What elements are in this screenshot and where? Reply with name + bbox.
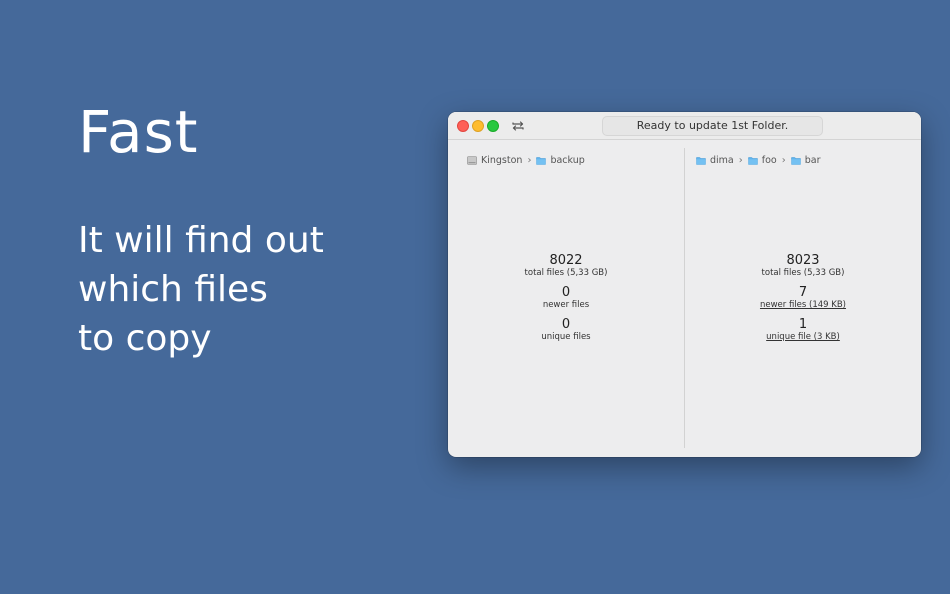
total-files-label: total files (5,33 GB) [524,268,608,278]
promo-line-1: It will find out [78,220,324,261]
newer-files-label: newer files [542,300,590,310]
minimize-window-button[interactable] [472,120,484,132]
total-files-label: total files (5,33 GB) [761,268,845,278]
folder-icon [696,157,706,165]
left-pane: Kingston › backup 8022 total files (5,33… [448,141,684,457]
breadcrumb-item-dima[interactable]: dima [696,155,734,166]
breadcrumb-item-foo[interactable]: foo [748,155,777,166]
newer-files-count: 0 [561,285,571,300]
breadcrumb-item-kingston[interactable]: Kingston [467,155,522,166]
status-field: Ready to update 1st Folder. [602,116,823,136]
swap-folders-icon[interactable] [510,118,526,134]
chevron-right-icon: › [738,155,743,166]
promo-headline: Fast [78,98,199,166]
promo-line-3: to copy [78,318,212,359]
newer-files-link[interactable]: newer files (149 KB) [685,300,921,311]
unique-files-count: 0 [561,317,571,332]
drive-icon [467,156,477,165]
folder-icon [790,157,801,165]
breadcrumb-item-bar[interactable]: bar [790,155,821,166]
total-files-stat: 8022 total files (5,33 GB) [448,253,684,279]
folder-icon [536,157,547,165]
breadcrumb-label: foo [761,155,777,166]
unique-files-stat: 0 unique files [448,317,684,343]
breadcrumb-label: bar [804,155,821,166]
folder-icon [748,157,758,165]
close-window-button[interactable] [457,120,469,132]
newer-files-stat: 7 newer files (149 KB) [685,285,921,311]
left-stats: 8022 total files (5,33 GB) 0 newer files… [448,253,684,349]
left-breadcrumb: Kingston › backup [467,155,585,166]
breadcrumb-label: Kingston [481,155,523,166]
zoom-window-button[interactable] [487,120,499,132]
unique-files-link[interactable]: unique file (3 KB) [685,332,921,343]
breadcrumb-label: dima [710,155,734,166]
newer-files-stat: 0 newer files [448,285,684,311]
total-files-count: 8023 [786,253,820,268]
unique-files-count: 1 [798,317,808,332]
right-breadcrumb: dima › foo › bar [696,155,821,166]
total-files-stat: 8023 total files (5,33 GB) [685,253,921,279]
right-pane: dima › foo › bar 8023 total files (5,33 … [685,141,921,457]
promo-subline: It will find out which files to copy [78,216,324,363]
right-stats: 8023 total files (5,33 GB) 7 newer files… [685,253,921,349]
breadcrumb-label: backup [550,155,585,166]
chevron-right-icon: › [781,155,786,166]
total-files-count: 8022 [549,253,583,268]
newer-files-count: 7 [798,285,808,300]
promo-line-2: which files [78,269,268,310]
app-window: Ready to update 1st Folder. Kingston › b… [448,112,921,457]
unique-files-stat: 1 unique file (3 KB) [685,317,921,343]
unique-files-label: unique files [541,332,591,342]
breadcrumb-item-backup[interactable]: backup [536,155,585,166]
title-bar: Ready to update 1st Folder. [448,112,921,140]
chevron-right-icon: › [527,155,532,166]
